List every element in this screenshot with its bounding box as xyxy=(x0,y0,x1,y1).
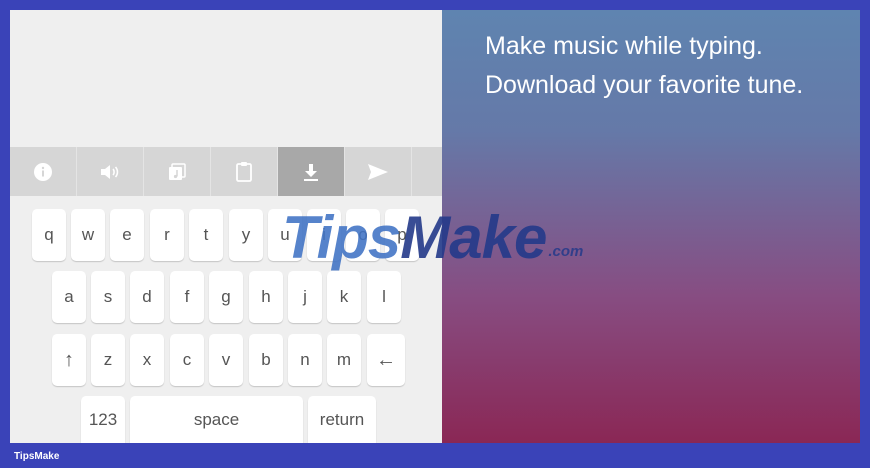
key-f[interactable]: f xyxy=(170,271,204,323)
key-g[interactable]: g xyxy=(209,271,243,323)
key-t[interactable]: t xyxy=(189,209,223,261)
music-note-icon xyxy=(167,162,187,182)
key-o[interactable]: o xyxy=(346,209,380,261)
key-m[interactable]: m xyxy=(327,334,361,386)
key-h[interactable]: h xyxy=(249,271,283,323)
key-y[interactable]: y xyxy=(229,209,263,261)
footer-label: TipsMake xyxy=(14,451,60,462)
key-r[interactable]: r xyxy=(150,209,184,261)
key-z[interactable]: z xyxy=(91,334,125,386)
music-button[interactable] xyxy=(144,147,211,196)
info-icon xyxy=(33,162,53,182)
key-l[interactable]: l xyxy=(367,271,401,323)
clipboard-icon xyxy=(235,161,253,183)
send-button[interactable] xyxy=(345,147,412,196)
key-c[interactable]: c xyxy=(170,334,204,386)
clipboard-button[interactable] xyxy=(211,147,278,196)
keyboard-panel: q w e r t y u i o p a s d f g h j k l ↑ … xyxy=(10,10,442,443)
key-a[interactable]: a xyxy=(52,271,86,323)
key-k[interactable]: k xyxy=(327,271,361,323)
key-u[interactable]: u xyxy=(268,209,302,261)
key-s[interactable]: s xyxy=(91,271,125,323)
shift-key[interactable]: ↑ xyxy=(52,334,86,386)
key-i[interactable]: i xyxy=(307,209,341,261)
key-j[interactable]: j xyxy=(288,271,322,323)
key-q[interactable]: q xyxy=(32,209,66,261)
promo-panel: Make music while typing. Download your f… xyxy=(442,10,860,443)
key-w[interactable]: w xyxy=(71,209,105,261)
space-key[interactable]: space xyxy=(130,396,303,443)
download-icon xyxy=(302,162,320,182)
return-key[interactable]: return xyxy=(308,396,376,443)
keyboard-toolbar xyxy=(10,147,442,196)
promo-line-2: Download your favorite tune. xyxy=(485,71,804,99)
volume-button[interactable] xyxy=(77,147,144,196)
send-icon xyxy=(367,162,389,182)
app-frame: q w e r t y u i o p a s d f g h j k l ↑ … xyxy=(10,10,860,443)
key-p[interactable]: p xyxy=(385,209,419,261)
promo-line-1: Make music while typing. xyxy=(485,32,763,60)
info-button[interactable] xyxy=(10,147,77,196)
key-b[interactable]: b xyxy=(249,334,283,386)
key-x[interactable]: x xyxy=(130,334,164,386)
numbers-key[interactable]: 123 xyxy=(81,396,125,443)
key-e[interactable]: e xyxy=(110,209,144,261)
key-d[interactable]: d xyxy=(130,271,164,323)
download-button[interactable] xyxy=(278,147,345,196)
key-v[interactable]: v xyxy=(209,334,243,386)
backspace-key[interactable]: ← xyxy=(367,334,405,386)
key-n[interactable]: n xyxy=(288,334,322,386)
volume-icon xyxy=(99,162,121,182)
footer-bar: TipsMake xyxy=(0,443,870,468)
